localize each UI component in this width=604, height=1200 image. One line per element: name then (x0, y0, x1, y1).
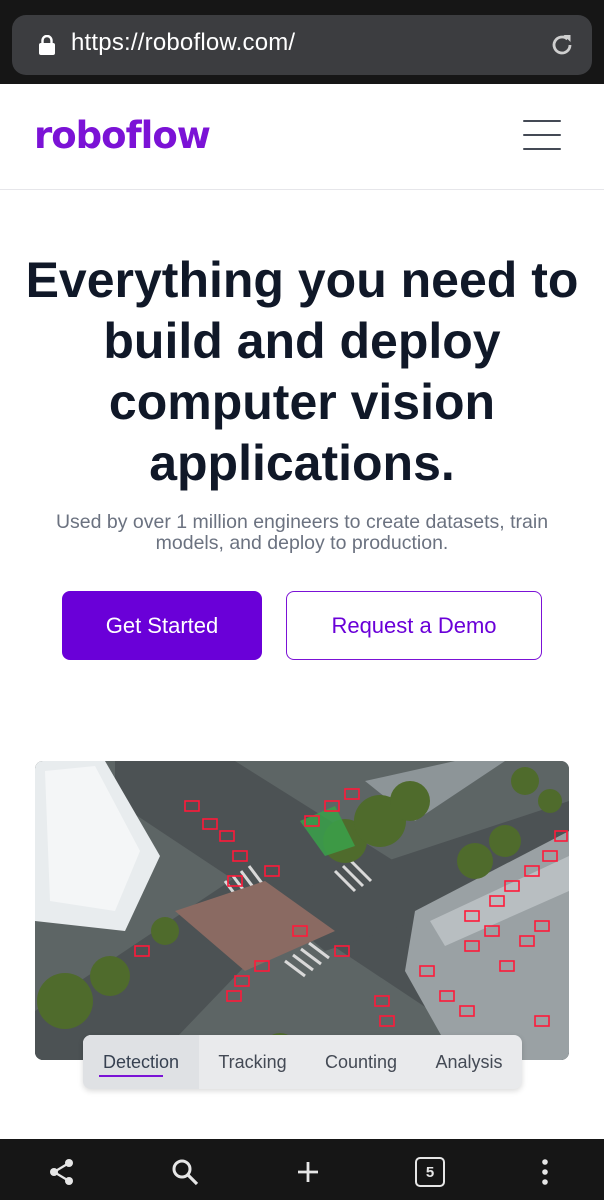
browser-top-bar: https://roboflow.com/ (0, 0, 604, 84)
search-icon[interactable] (170, 1157, 200, 1187)
tab-analysis[interactable]: Analysis (416, 1035, 522, 1089)
more-icon[interactable] (530, 1157, 560, 1187)
plus-icon[interactable] (293, 1157, 323, 1187)
address-bar[interactable]: https://roboflow.com/ (12, 15, 592, 75)
tab-tracking[interactable]: Tracking (199, 1035, 306, 1089)
reload-icon[interactable] (548, 31, 576, 59)
site-header: roboflow (0, 84, 604, 190)
url-text[interactable]: https://roboflow.com/ (71, 29, 295, 57)
tabs-icon[interactable]: 5 (415, 1157, 445, 1187)
tab-counting-label: Counting (324, 1051, 398, 1072)
share-icon[interactable] (47, 1157, 77, 1187)
detection-demo-image (35, 761, 569, 1060)
aerial-intersection-illustration (35, 761, 569, 1060)
tab-analysis-label: Analysis (435, 1051, 503, 1072)
hero-subtitle: Used by over 1 million engineers to crea… (55, 511, 549, 554)
active-tab-indicator (99, 1075, 163, 1077)
tab-count: 5 (425, 1163, 435, 1181)
tab-tracking-label: Tracking (218, 1051, 287, 1072)
lock-icon (39, 35, 55, 55)
tab-detection-label: Detection (102, 1051, 180, 1072)
tab-detection[interactable]: Detection (83, 1035, 199, 1089)
roboflow-logo[interactable]: roboflow (34, 114, 211, 157)
hero-title: Everything you need to build and deploy … (25, 252, 579, 491)
get-started-button[interactable]: Get Started (62, 591, 262, 660)
browser-bottom-bar: 5 (0, 1139, 604, 1200)
hamburger-menu-icon[interactable] (523, 120, 561, 150)
request-demo-button[interactable]: Request a Demo (286, 591, 542, 660)
tab-counting[interactable]: Counting (306, 1035, 416, 1089)
demo-tabs: Detection Tracking Counting Analysis (83, 1035, 522, 1089)
